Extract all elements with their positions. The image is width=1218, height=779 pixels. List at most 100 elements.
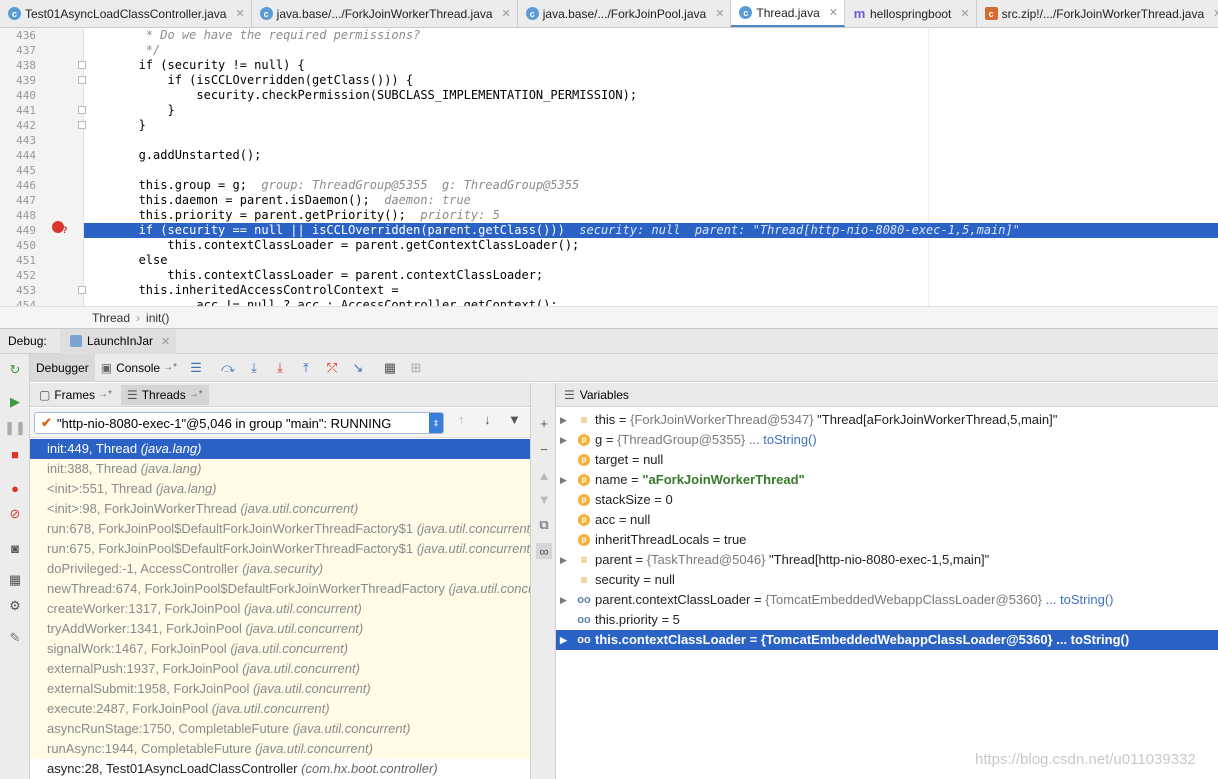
editor-tab[interactable]: m hellospringboot ✕ [845, 0, 977, 27]
stack-frame[interactable]: <init>:551, Thread (java.lang) [30, 479, 530, 499]
variable-row[interactable]: p stackSize = 0 [556, 490, 1218, 510]
close-icon[interactable]: ✕ [1213, 7, 1218, 20]
mute-breakpoints-icon[interactable]: ⊘ [7, 506, 23, 522]
fold-marker-icon[interactable] [78, 61, 86, 69]
breadcrumb-method[interactable]: init() [146, 311, 169, 325]
variable-row[interactable]: ▶ oo this.contextClassLoader = {TomcatEmbe… [556, 630, 1218, 650]
code-editor[interactable]: 436 437 438 439 440 441 442 443 444 445 446 447 448 4… [0, 28, 1218, 306]
to-string-link[interactable]: ... toString() [745, 432, 817, 447]
stack-frame[interactable]: asyncRunStage:1750, CompletableFuture (j… [30, 719, 530, 739]
variable-row[interactable]: ▶ ≡ this = {ForkJoinWorkerThread@5347} "Th… [556, 410, 1218, 430]
watches-toggle-icon[interactable]: ∞ [536, 543, 552, 559]
move-up-icon[interactable]: ▲ [536, 467, 552, 483]
force-step-into-icon[interactable]: ⤓ [267, 354, 293, 382]
editor-tab[interactable]: c java.base/.../ForkJoinWorkerThread.java… [252, 0, 518, 27]
variable-row[interactable]: ▶ p name = "aForkJoinWorkerThread" [556, 470, 1218, 490]
variable-row[interactable]: p inheritThreadLocals = true [556, 530, 1218, 550]
tab-frames[interactable]: ▢ Frames →* [33, 385, 118, 405]
fold-marker-icon[interactable] [78, 76, 86, 84]
move-down-icon[interactable]: ▼ [536, 491, 552, 507]
code-line[interactable]: this.priority = parent.getPriority(); pr… [88, 208, 500, 223]
expand-arrow-icon[interactable]: ▶ [560, 410, 567, 430]
variable-row[interactable]: ▶ oo parent.contextClassLoader = {TomcatEm… [556, 590, 1218, 610]
pin-icon[interactable]: ✎ [7, 630, 23, 646]
close-icon[interactable]: ✕ [960, 7, 969, 20]
stop-icon[interactable]: ■ [7, 446, 23, 462]
expand-arrow-icon[interactable]: ▶ [560, 550, 567, 570]
arrow-down-icon[interactable]: ↓ [484, 412, 491, 427]
code-line[interactable]: g.addUnstarted(); [88, 148, 262, 163]
close-icon[interactable]: ✕ [715, 7, 724, 20]
fold-marker-icon[interactable] [78, 106, 86, 114]
variable-row[interactable]: oo this.priority = 5 [556, 610, 1218, 630]
code-line[interactable]: } [88, 103, 174, 118]
step-into-icon[interactable]: ⤓ [241, 354, 267, 382]
code-line[interactable]: } [88, 118, 146, 133]
editor-tab[interactable]: c Thread.java ✕ [731, 0, 845, 27]
code-line[interactable]: this.contextClassLoader = parent.context… [88, 268, 543, 283]
stack-frame[interactable]: externalSubmit:1958, ForkJoinPool (java.… [30, 679, 530, 699]
remove-watch-icon[interactable]: − [536, 441, 552, 457]
code-line[interactable]: security.checkPermission(SUBCLASS_IMPLEM… [88, 88, 637, 103]
editor-tab[interactable]: c Test01AsyncLoadClassController.java ✕ [0, 0, 252, 27]
code-line[interactable]: this.group = g; group: ThreadGroup@5355 … [88, 178, 580, 193]
stack-frame[interactable]: newThread:674, ForkJoinPool$DefaultForkJ… [30, 579, 530, 599]
stack-frame[interactable]: init:388, Thread (java.lang) [30, 459, 530, 479]
settings-gear-icon[interactable]: ⚙ [7, 598, 23, 614]
show-execution-point-icon[interactable]: ☰ [183, 354, 209, 382]
to-string-link[interactable]: ... toString() [1053, 632, 1129, 647]
camera-icon[interactable]: ◙ [7, 540, 23, 556]
expand-arrow-icon[interactable]: ▶ [560, 630, 567, 650]
resume-icon[interactable]: ▶ [7, 394, 23, 410]
to-string-link[interactable]: ... toString() [1042, 592, 1114, 607]
drop-frame-icon[interactable]: ⤱ [319, 354, 345, 382]
expand-arrow-icon[interactable]: ▶ [560, 470, 567, 490]
code-line[interactable]: * Do we have the required permissions? [88, 28, 421, 43]
stack-frame[interactable]: createWorker:1317, ForkJoinPool (java.ut… [30, 599, 530, 619]
arrow-up-icon[interactable]: ↑ [458, 412, 465, 427]
code-line[interactable]: */ [88, 43, 160, 58]
stack-frame[interactable]: async:28, Test01AsyncLoadClassController… [30, 759, 530, 779]
view-breakpoints-icon[interactable]: ● [7, 480, 23, 496]
add-watch-icon[interactable]: + [536, 415, 552, 431]
layout-icon[interactable]: ▦ [7, 572, 23, 588]
stack-frame[interactable]: runAsync:1944, CompletableFuture (java.u… [30, 739, 530, 759]
stack-frame[interactable]: run:678, ForkJoinPool$DefaultForkJoinWor… [30, 519, 530, 539]
editor-tab[interactable]: c java.base/.../ForkJoinPool.java ✕ [518, 0, 732, 27]
stack-frame[interactable]: run:675, ForkJoinPool$DefaultForkJoinWor… [30, 539, 530, 559]
tab-console[interactable]: ▣ Console →* [95, 354, 183, 382]
step-out-icon[interactable]: ⤒ [293, 354, 319, 382]
stack-frame[interactable]: externalPush:1937, ForkJoinPool (java.ut… [30, 659, 530, 679]
copy-icon[interactable]: ⧉ [536, 517, 552, 533]
pause-icon[interactable]: ❚❚ [4, 420, 26, 436]
stack-frame[interactable]: doPrivileged:-1, AccessController (java.… [30, 559, 530, 579]
evaluate-expression-icon[interactable]: ▦ [377, 354, 403, 382]
variable-row[interactable]: ▶ p g = {ThreadGroup@5355} ... toString() [556, 430, 1218, 450]
stack-frame[interactable]: tryAddWorker:1341, ForkJoinPool (java.ut… [30, 619, 530, 639]
run-to-cursor-icon[interactable]: ↘ [345, 354, 371, 382]
code-line[interactable]: this.contextClassLoader = parent.getCont… [88, 238, 579, 253]
fold-marker-icon[interactable] [78, 286, 86, 294]
code-line[interactable]: this.inheritedAccessControlContext = [88, 283, 399, 298]
expand-arrow-icon[interactable]: ▶ [560, 590, 567, 610]
stack-frame[interactable]: signalWork:1467, ForkJoinPool (java.util… [30, 639, 530, 659]
close-icon[interactable]: ✕ [161, 335, 170, 348]
close-icon[interactable]: ✕ [235, 7, 244, 20]
rerun-icon[interactable]: ↻ [7, 362, 23, 378]
variable-row[interactable]: p target = null [556, 450, 1218, 470]
code-line[interactable]: acc != null ? acc : AccessController.get… [88, 298, 557, 306]
filter-icon[interactable]: ▼ [508, 412, 521, 427]
code-line[interactable]: else [88, 253, 168, 268]
run-config-tab[interactable]: LaunchInJar ✕ [60, 328, 177, 354]
stack-frame[interactable]: execute:2487, ForkJoinPool (java.util.co… [30, 699, 530, 719]
variable-row[interactable]: ▶ ≡ parent = {TaskThread@5046} "Thread[htt… [556, 550, 1218, 570]
code-line[interactable]: if (security == null || isCCLOverridden(… [88, 223, 1020, 238]
tab-debugger[interactable]: Debugger [30, 353, 95, 382]
code-line[interactable]: if (isCCLOverridden(getClass())) { [88, 73, 413, 88]
stack-frame[interactable]: init:449, Thread (java.lang) [30, 439, 530, 459]
close-icon[interactable]: ✕ [829, 6, 838, 19]
editor-tab[interactable]: c src.zip!/.../ForkJoinWorkerThread.java ✕ [977, 0, 1218, 27]
close-icon[interactable]: ✕ [502, 7, 511, 20]
trace-icon[interactable]: ⊞ [403, 354, 429, 382]
editor-gutter[interactable]: 436 437 438 439 440 441 442 443 444 445 446 447 448 4… [0, 28, 84, 306]
